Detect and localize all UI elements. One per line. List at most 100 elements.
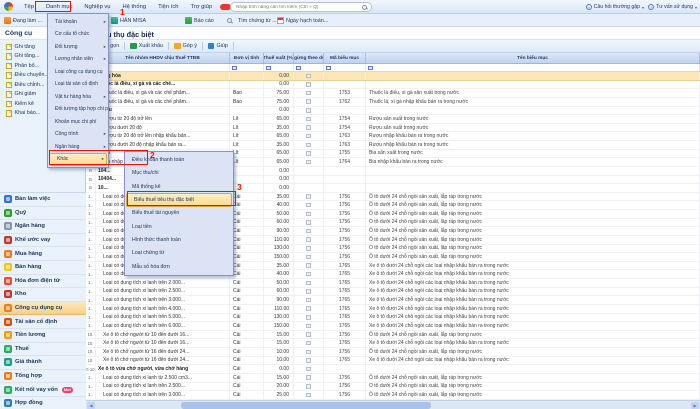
table-row[interactable]: 1.. Loại có dung tích xi lanh trên 5.000… bbox=[86, 314, 700, 323]
report-button[interactable]: Báo cáo bbox=[185, 14, 214, 27]
table-row[interactable]: 10. Xe ô tô chở người từ 10 đến dưới 16.… bbox=[86, 339, 700, 348]
sidebar-module-item[interactable]: Quỹ bbox=[0, 207, 86, 221]
stop-tracking-checkbox[interactable] bbox=[306, 237, 311, 242]
tree-toggle-icon[interactable]: 1.. bbox=[86, 374, 96, 382]
help-link[interactable]: ? Câu hỏi thường gặp ▾ bbox=[586, 4, 644, 10]
stop-tracking-checkbox[interactable] bbox=[306, 194, 311, 199]
help-link[interactable]: ? Tư vấn sử dụng ▾ bbox=[648, 4, 697, 10]
working-tab[interactable]: Đang làm ... bbox=[4, 14, 42, 27]
table-row[interactable]: ⊟ Rượu 0.00 bbox=[86, 107, 700, 116]
tree-toggle-icon[interactable]: ⊟ 10. bbox=[86, 365, 96, 373]
tree-toggle-icon[interactable]: 1.. bbox=[86, 262, 96, 270]
stop-tracking-checkbox[interactable] bbox=[306, 289, 311, 294]
stop-tracking-checkbox[interactable] bbox=[306, 315, 311, 320]
filter-row[interactable] bbox=[86, 64, 700, 72]
tree-toggle-icon[interactable]: ⊟ bbox=[86, 176, 96, 184]
menu-item[interactable]: Khác ▸ bbox=[49, 153, 107, 166]
horizontal-scrollbar[interactable]: ◀ ▶ bbox=[86, 400, 700, 409]
sidebar-module-item[interactable]: Kết nối vay vốn Mới bbox=[0, 383, 86, 397]
table-row[interactable]: 1.. Rượu dưới 20 độ Lít 35.00 1754 Rượu … bbox=[86, 124, 700, 133]
stop-tracking-checkbox[interactable] bbox=[306, 384, 311, 389]
toolbar-button[interactable]: Xuất khẩu bbox=[125, 43, 168, 50]
tree-toggle-icon[interactable]: 1.. bbox=[86, 210, 96, 218]
find-voucher-button[interactable]: Tìm chứng từ ... bbox=[227, 14, 277, 27]
sidebar-module-item[interactable]: Tài sản cố định bbox=[0, 315, 86, 329]
table-row[interactable]: 10. Xe ô tô chở người từ 16 đến dưới 24.… bbox=[86, 348, 700, 357]
stop-tracking-checkbox[interactable] bbox=[306, 367, 311, 372]
tree-toggle-icon[interactable]: 10. bbox=[86, 348, 96, 356]
sidebar-module-item[interactable]: Bàn làm việc bbox=[0, 193, 86, 207]
table-row[interactable]: 1.. Rượu dưới 20 độ nhập khẩu bán ra... … bbox=[86, 141, 700, 150]
menu-item[interactable]: Lương nhân viên ▸ bbox=[48, 53, 108, 66]
table-row[interactable]: 1.. Rượu từ 20 độ trở lên Lít 65.00 1754… bbox=[86, 115, 700, 124]
menu-item[interactable]: Ngân hàng ▸ bbox=[48, 141, 108, 154]
table-row[interactable]: 1.. Loại có dung tích xi lanh trên 4.000… bbox=[86, 305, 700, 314]
stop-tracking-checkbox[interactable] bbox=[306, 229, 311, 234]
col-ten-bieu-muc[interactable]: Tên biểu mục bbox=[366, 53, 700, 63]
tree-toggle-icon[interactable]: 1.. bbox=[86, 296, 96, 304]
scrollbar-thumb[interactable] bbox=[181, 402, 431, 409]
stop-tracking-checkbox[interactable] bbox=[306, 324, 311, 329]
menu-item[interactable]: Tài khoản ▸ bbox=[48, 16, 108, 29]
sidebar-module-item[interactable]: Giá thành bbox=[0, 356, 86, 370]
menu-item[interactable]: Loại công cụ dụng cụ bbox=[48, 66, 108, 79]
table-row[interactable]: 1.. Loại có dung tích xi lanh từ 2.500 c… bbox=[86, 374, 700, 383]
search-input[interactable] bbox=[231, 5, 362, 10]
stop-tracking-checkbox[interactable] bbox=[306, 160, 311, 165]
tree-toggle-icon[interactable]: ⊟ bbox=[86, 167, 96, 175]
sidebar-module-item[interactable]: Mua hàng bbox=[0, 247, 86, 261]
sidebar-module-item[interactable]: Tổng hợp bbox=[0, 370, 86, 384]
table-row[interactable]: 1.. Thuốc lá điếu, xì gà và các chế phẩm… bbox=[86, 98, 700, 107]
scroll-right-icon[interactable]: ▶ bbox=[691, 402, 699, 409]
tree-toggle-icon[interactable]: 1.. bbox=[86, 391, 96, 399]
menu-danh-muc[interactable]: Danh mục bbox=[40, 2, 78, 12]
submenu-item[interactable]: Biểu thuế tiêu thụ đặc biệt bbox=[126, 193, 232, 206]
tree-toggle-icon[interactable]: 1.. bbox=[86, 193, 96, 201]
table-row[interactable]: 1.. Loại có dung tích xi lanh trên 3.000… bbox=[86, 296, 700, 305]
stop-tracking-checkbox[interactable] bbox=[306, 151, 311, 156]
col-ten-nhom[interactable]: Tên nhóm HHDV chịu thuế TTĐB bbox=[96, 53, 230, 63]
stop-tracking-checkbox[interactable] bbox=[306, 212, 311, 217]
stop-tracking-checkbox[interactable] bbox=[306, 134, 311, 139]
filter-icon[interactable] bbox=[296, 66, 301, 71]
submenu-item[interactable]: Biểu thuế tài nguyên bbox=[125, 207, 233, 220]
stop-tracking-checkbox[interactable] bbox=[306, 117, 311, 122]
tree-toggle-icon[interactable]: 1.. bbox=[86, 219, 96, 227]
sidebar-module-item[interactable]: Kho bbox=[0, 288, 86, 302]
stop-tracking-checkbox[interactable] bbox=[306, 358, 311, 363]
stop-tracking-checkbox[interactable] bbox=[306, 281, 311, 286]
sidebar-module-item[interactable]: Bán hàng bbox=[0, 261, 86, 275]
tree-toggle-icon[interactable]: ⊟ bbox=[86, 184, 96, 192]
stop-tracking-checkbox[interactable] bbox=[306, 393, 311, 398]
tree-toggle-icon[interactable]: 10. bbox=[86, 339, 96, 347]
toolbar-button[interactable]: Giúp bbox=[203, 43, 233, 50]
submenu-item[interactable]: Loại chứng từ bbox=[125, 247, 233, 260]
stop-tracking-checkbox[interactable] bbox=[306, 99, 311, 104]
menu-item[interactable]: Công trình ▸ bbox=[48, 128, 108, 141]
stop-tracking-checkbox[interactable] bbox=[306, 108, 311, 113]
sidebar-module-item[interactable]: Khế ước vay bbox=[0, 234, 86, 248]
table-row[interactable]: 1.. Loại có dung tích xi lanh trên 3.000… bbox=[86, 391, 700, 400]
stop-tracking-checkbox[interactable] bbox=[306, 332, 311, 337]
stop-tracking-checkbox[interactable] bbox=[306, 203, 311, 208]
menu-item[interactable]: Vật tư hàng hóa ▸ bbox=[48, 91, 108, 104]
table-row[interactable]: 1.. Loại có dung tích xi lanh trên 6.000… bbox=[86, 322, 700, 331]
sidebar-module-item[interactable]: Công cụ dụng cụ bbox=[0, 302, 86, 316]
global-search[interactable] bbox=[230, 2, 372, 12]
scroll-left-icon[interactable]: ◀ bbox=[87, 402, 95, 409]
table-row[interactable]: 1.. Loại có dung tích xi lanh trên 2.000… bbox=[86, 279, 700, 288]
table-row[interactable]: 1.. Thuốc lá điếu, xì gà và các chế phẩm… bbox=[86, 89, 700, 98]
sidebar-module-item[interactable]: Ngân hàng bbox=[0, 220, 86, 234]
stop-tracking-checkbox[interactable] bbox=[306, 246, 311, 251]
stop-tracking-checkbox[interactable] bbox=[306, 298, 311, 303]
tree-toggle-icon[interactable]: 1.. bbox=[86, 383, 96, 391]
menu-nghiep-vu[interactable]: Nghiệp vụ bbox=[78, 2, 116, 12]
menu-item[interactable]: Loại tài sản cố định bbox=[48, 78, 108, 91]
sidebar-module-item[interactable]: Tiền lương bbox=[0, 329, 86, 343]
menu-item[interactable]: Đối tượng tập hợp chi phí bbox=[48, 103, 108, 116]
tree-toggle-icon[interactable]: 1.. bbox=[86, 305, 96, 313]
menu-tep[interactable]: Tệp bbox=[18, 2, 40, 12]
submenu-item[interactable]: Loại tiền bbox=[125, 220, 233, 233]
sidebar-module-item[interactable]: Hóa đơn điện tử bbox=[0, 275, 86, 289]
filter-icon[interactable] bbox=[368, 66, 373, 71]
